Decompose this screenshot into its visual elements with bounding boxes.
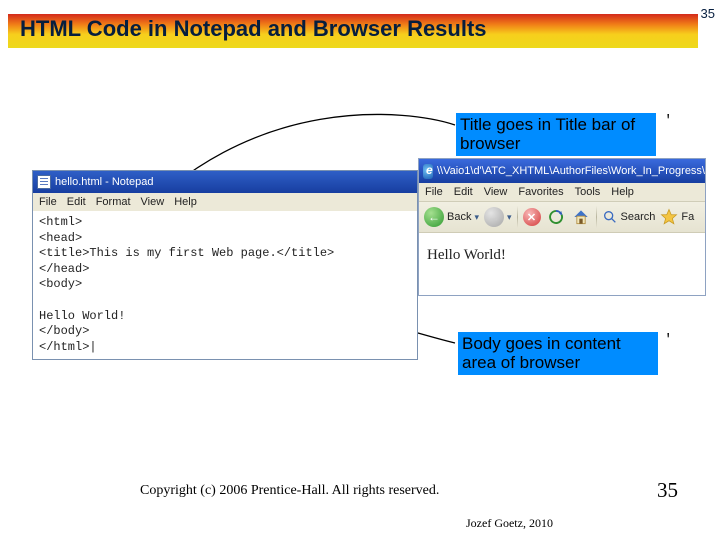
search-button[interactable]: Search xyxy=(602,209,656,225)
quote-mark-2: ' xyxy=(664,332,672,348)
favorites-button[interactable]: Fa xyxy=(660,208,694,226)
back-dropdown-icon: ▾ xyxy=(474,212,479,223)
br-menu-file[interactable]: File xyxy=(425,186,443,198)
back-arrow-icon: ← xyxy=(424,207,444,227)
notepad-window: hello.html - Notepad File Edit Format Vi… xyxy=(32,170,418,360)
copyright-text: Copyright (c) 2006 Prentice-Hall. All ri… xyxy=(140,483,439,499)
np-menu-file[interactable]: File xyxy=(39,196,57,208)
stop-button[interactable]: ✕ xyxy=(523,208,541,226)
browser-toolbar: ← Back ▾ → ▾ ✕ xyxy=(419,202,705,233)
browser-content-area: Hello World! xyxy=(419,233,705,295)
callout-body-area-text: Body goes in content area of browser xyxy=(462,334,621,372)
page-number-top: 35 xyxy=(701,6,715,21)
favorites-label: Fa xyxy=(681,211,694,223)
notepad-titlebar: hello.html - Notepad xyxy=(33,171,417,193)
callout-title-bar: Title goes in Title bar of browser xyxy=(456,113,656,156)
search-icon xyxy=(602,209,618,225)
home-icon xyxy=(571,207,591,227)
callout-title-bar-text: Title goes in Title bar of browser xyxy=(460,115,635,153)
callout-body-area: Body goes in content area of browser xyxy=(458,332,658,375)
br-menu-favorites[interactable]: Favorites xyxy=(518,186,563,198)
forward-arrow-icon: → xyxy=(484,207,504,227)
notepad-icon xyxy=(37,175,51,189)
np-menu-view[interactable]: View xyxy=(141,196,165,208)
np-menu-edit[interactable]: Edit xyxy=(67,196,86,208)
home-button[interactable] xyxy=(571,207,591,227)
browser-titlebar: \\Vaio1\d'\ATC_XHTML\AuthorFiles\Work_In… xyxy=(419,159,705,183)
back-label: Back xyxy=(447,211,471,223)
notepad-menubar: File Edit Format View Help xyxy=(33,193,417,211)
forward-button[interactable]: → ▾ xyxy=(484,207,512,227)
author-text: Jozef Goetz, 2010 xyxy=(466,516,553,531)
slide-title-banner: HTML Code in Notepad and Browser Results xyxy=(8,14,698,48)
br-menu-view[interactable]: View xyxy=(484,186,508,198)
notepad-text-area[interactable]: <html> <head> <title>This is my first We… xyxy=(33,211,417,359)
notepad-window-title: hello.html - Notepad xyxy=(55,176,153,188)
np-menu-format[interactable]: Format xyxy=(96,196,131,208)
refresh-button[interactable] xyxy=(546,207,566,227)
browser-window: \\Vaio1\d'\ATC_XHTML\AuthorFiles\Work_In… xyxy=(418,158,706,296)
br-menu-help[interactable]: Help xyxy=(611,186,634,198)
np-menu-help[interactable]: Help xyxy=(174,196,197,208)
toolbar-separator-2 xyxy=(596,206,597,228)
toolbar-separator-1 xyxy=(517,206,518,228)
page-number-bottom: 35 xyxy=(657,478,678,503)
br-menu-tools[interactable]: Tools xyxy=(575,186,601,198)
back-button[interactable]: ← Back ▾ xyxy=(424,207,479,227)
browser-address-text: \\Vaio1\d'\ATC_XHTML\AuthorFiles\Work_In… xyxy=(437,165,705,177)
search-label: Search xyxy=(621,211,656,223)
refresh-icon xyxy=(547,208,565,226)
br-menu-edit[interactable]: Edit xyxy=(454,186,473,198)
ie-icon xyxy=(423,164,433,179)
forward-dropdown-icon: ▾ xyxy=(507,212,512,223)
browser-menubar: File Edit View Favorites Tools Help xyxy=(419,183,705,202)
slide-title: HTML Code in Notepad and Browser Results xyxy=(20,16,487,42)
browser-content-text: Hello World! xyxy=(427,247,506,263)
star-icon xyxy=(660,208,678,226)
quote-mark-1: ' xyxy=(664,113,672,129)
